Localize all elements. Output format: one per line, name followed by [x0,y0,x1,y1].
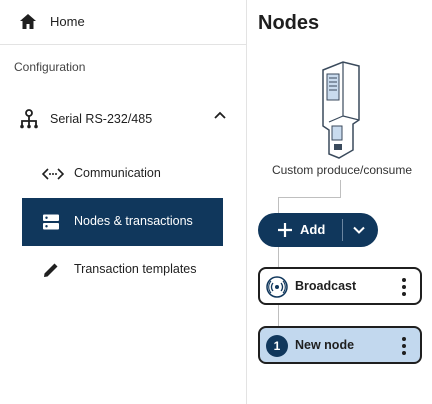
chevron-up-icon[interactable] [212,108,228,124]
tree-connector [278,197,341,198]
node-label: Broadcast [295,279,357,293]
sidebar-item-transaction-templates[interactable]: Transaction templates [22,246,223,294]
tree-connector [340,180,341,198]
home-icon [18,12,38,32]
page-title: Nodes [258,12,320,34]
tree-connector [278,197,279,213]
broadcast-icon [266,276,288,298]
more-vertical-icon[interactable] [400,277,408,297]
add-button[interactable]: Add [258,213,342,247]
home-label: Home [50,14,85,29]
sidebar-item-nodes-transactions[interactable]: Nodes & transactions [22,198,223,246]
device-image[interactable] [315,60,365,160]
node-card-new-node[interactable]: 1 New node [258,326,422,364]
add-dropdown-button[interactable] [343,213,378,247]
chevron-down-icon [353,226,365,234]
configuration-heading: Configuration [14,60,86,74]
add-label: Add [300,222,326,237]
device-label: Custom produce/consume [271,163,413,177]
plus-icon [276,221,294,239]
tree-connector [278,247,279,267]
pencil-icon [42,261,62,279]
sidebar-item-communication[interactable]: Communication [22,150,223,198]
storage-icon [42,213,62,231]
sidebar-item-label: Communication [74,166,161,180]
sidebar: Home Configuration Serial RS-232/485 Com… [0,0,247,404]
home-link[interactable]: Home [0,0,246,45]
tree-connector [278,305,279,326]
sidebar-item-label: Transaction templates [74,262,197,276]
node-number-badge: 1 [266,335,288,357]
code-arrows-icon [41,165,65,183]
more-vertical-icon[interactable] [400,336,408,356]
serial-label: Serial RS-232/485 [50,112,153,126]
network-tree-icon [18,108,40,130]
node-label: New node [295,338,355,352]
sidebar-item-label: Nodes & transactions [74,214,193,228]
add-node-split-button: Add [258,213,378,247]
serial-rs232-485-group[interactable]: Serial RS-232/485 [0,104,246,136]
node-card-broadcast[interactable]: Broadcast [258,267,422,305]
